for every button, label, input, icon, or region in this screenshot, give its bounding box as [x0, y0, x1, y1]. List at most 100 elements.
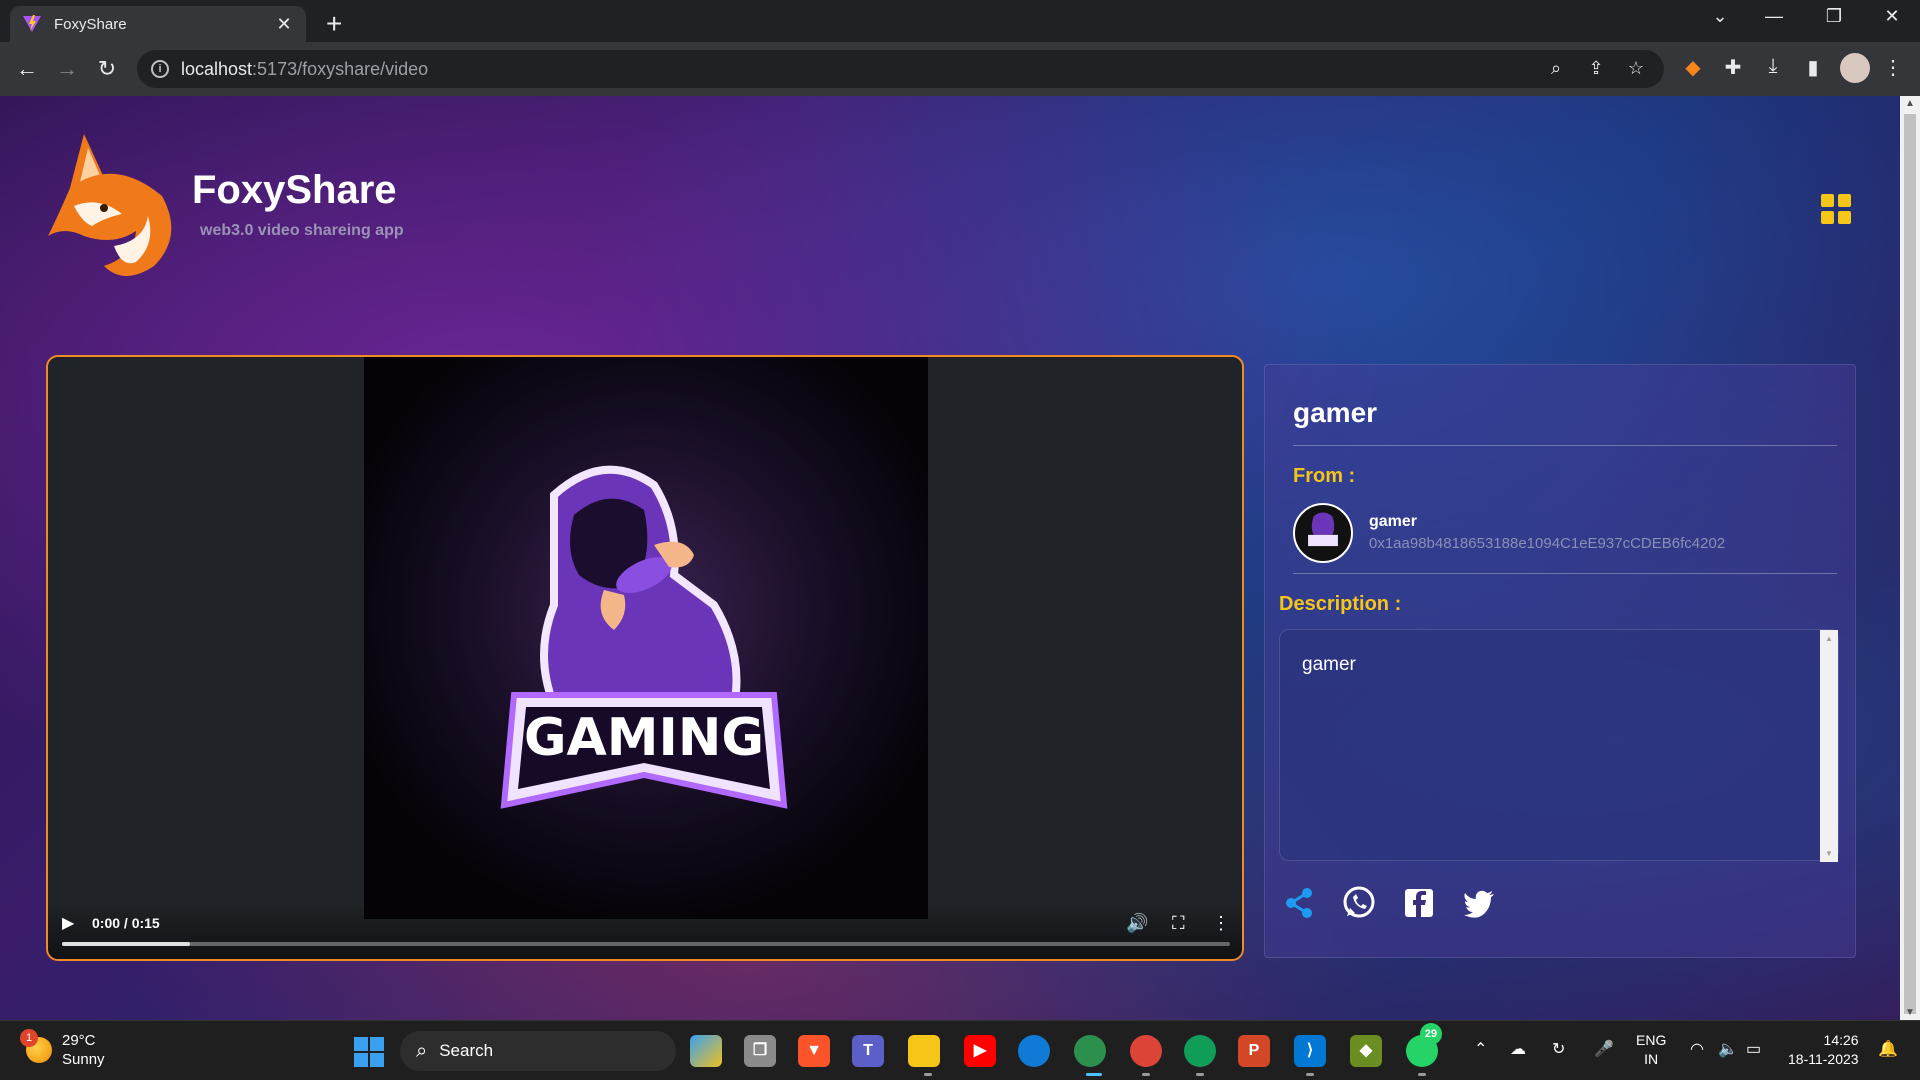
share-page-icon[interactable]: ⇪: [1584, 58, 1608, 80]
share-icon[interactable]: [1281, 885, 1317, 921]
battery-icon[interactable]: ▭: [1746, 1039, 1761, 1059]
tab-title: FoxyShare: [54, 15, 127, 33]
sun-icon: 1: [20, 1029, 52, 1063]
page-scroll-up-icon[interactable]: ▲: [1900, 98, 1920, 109]
onedrive-icon[interactable]: ☁: [1510, 1039, 1526, 1059]
search-label: Search: [439, 1041, 494, 1060]
running-indicator: [1418, 1073, 1426, 1076]
minimize-icon[interactable]: —: [1754, 6, 1794, 27]
region-code: IN: [1644, 1051, 1659, 1067]
metamask-extension-icon[interactable]: ◆: [1680, 55, 1706, 81]
url-host: localhost: [181, 58, 253, 79]
forward-icon[interactable]: →: [52, 54, 82, 84]
browser-toolbar: ← → ↻ i localhost :5173/foxyshare/video …: [0, 42, 1920, 96]
video-controls: ▶ 0:00 / 0:15 🔊 ⛶ ⋮: [48, 903, 1242, 959]
notification-bell-icon[interactable]: 🔔: [1878, 1039, 1898, 1059]
powerpoint-icon[interactable]: P: [1238, 1035, 1270, 1067]
youtube-icon[interactable]: ▶: [964, 1035, 996, 1067]
windows-start-icon[interactable]: [354, 1037, 384, 1067]
chrome-alt-icon[interactable]: [1184, 1035, 1216, 1067]
description-box[interactable]: gamer ▲ ▼: [1279, 629, 1839, 862]
page-scroll-thumb[interactable]: [1904, 114, 1916, 1014]
weather-widget[interactable]: 1 29°C Sunny: [20, 1029, 105, 1069]
downloads-icon[interactable]: ⤓: [1760, 55, 1786, 81]
clock-date: 18-11-2023: [1788, 1051, 1859, 1067]
whatsapp-badge: 29: [1420, 1023, 1442, 1045]
running-indicator: [1142, 1073, 1150, 1076]
twitter-icon[interactable]: [1461, 885, 1497, 921]
page-scrollbar[interactable]: ▲ ▼: [1900, 96, 1920, 1020]
bookmark-star-icon[interactable]: ☆: [1624, 58, 1648, 80]
windows-taskbar: 1 29°C Sunny ⌕ Search ❐ ▼ T ▶ P ⟩ ◆ 29 ⌃…: [0, 1020, 1920, 1080]
running-indicator: [1306, 1073, 1314, 1076]
page-scroll-down-icon[interactable]: ▼: [1900, 1007, 1920, 1018]
gaming-text-graphic: GAMING: [524, 708, 764, 768]
extensions-puzzle-icon[interactable]: ✚: [1720, 55, 1746, 81]
tab-search-chevron-icon[interactable]: ⌄: [1700, 6, 1740, 27]
reload-icon[interactable]: ↻: [92, 54, 122, 84]
side-panel-icon[interactable]: ▮: [1800, 55, 1826, 81]
vscode-icon[interactable]: ⟩: [1294, 1035, 1326, 1067]
from-label: From :: [1293, 465, 1356, 487]
volume-icon[interactable]: 🔊: [1126, 913, 1148, 934]
site-info-icon[interactable]: i: [151, 60, 169, 78]
edge-icon[interactable]: [1018, 1035, 1050, 1067]
git-app-icon[interactable]: ◆: [1350, 1035, 1382, 1067]
sync-icon[interactable]: ↻: [1552, 1039, 1565, 1059]
running-indicator: [924, 1073, 932, 1076]
scroll-up-icon[interactable]: ▲: [1820, 634, 1838, 643]
menu-grid-icon[interactable]: [1821, 194, 1851, 224]
window-close-icon[interactable]: ✕: [1872, 6, 1912, 27]
active-indicator: [1086, 1073, 1102, 1076]
task-view-icon[interactable]: ❐: [744, 1035, 776, 1067]
brave-browser-icon[interactable]: ▼: [798, 1035, 830, 1067]
creator-wallet-address: 0x1aa98b4818653188e1094C1eE937cCDEB6fc42…: [1369, 535, 1726, 552]
chrome-profile-icon[interactable]: [1074, 1035, 1106, 1067]
whatsapp-icon[interactable]: [1341, 885, 1377, 921]
language-code: ENG: [1636, 1032, 1667, 1048]
weather-condition: Sunny: [62, 1051, 105, 1068]
creator-name[interactable]: gamer: [1369, 513, 1417, 531]
language-indicator[interactable]: ENG IN: [1636, 1031, 1666, 1069]
address-bar[interactable]: i localhost :5173/foxyshare/video ⌕ ⇪ ☆: [137, 50, 1664, 88]
microphone-icon[interactable]: 🎤: [1594, 1039, 1614, 1059]
time-display: 0:00 / 0:15: [92, 915, 160, 931]
creator-avatar[interactable]: [1293, 503, 1353, 563]
progress-bar[interactable]: [62, 942, 1230, 946]
wifi-icon[interactable]: ◠: [1690, 1039, 1704, 1059]
video-player[interactable]: GAMING ▶ 0:00 / 0:15 🔊 ⛶ ⋮: [46, 355, 1244, 961]
zoom-icon[interactable]: ⌕: [1544, 58, 1568, 80]
gaming-hooded-gamer-image: GAMING: [500, 465, 788, 809]
weather-badge: 1: [20, 1029, 38, 1047]
tab-close-icon[interactable]: ✕: [274, 14, 294, 35]
profile-avatar[interactable]: [1840, 53, 1870, 83]
buffered-progress: [62, 942, 191, 946]
restore-icon[interactable]: ❐: [1814, 6, 1854, 27]
facebook-icon[interactable]: [1401, 885, 1437, 921]
file-explorer-icon[interactable]: [908, 1035, 940, 1067]
clock-time: 14:26: [1823, 1032, 1859, 1048]
scroll-down-icon[interactable]: ▼: [1820, 849, 1838, 858]
tray-overflow-icon[interactable]: ⌃: [1474, 1039, 1487, 1059]
chrome-menu-icon[interactable]: ⋮: [1880, 55, 1906, 81]
copilot-app-icon[interactable]: [690, 1035, 722, 1067]
play-icon[interactable]: ▶: [62, 913, 74, 933]
browser-tab[interactable]: FoxyShare ✕: [10, 6, 306, 42]
fullscreen-icon[interactable]: ⛶: [1172, 913, 1185, 934]
description-scrollbar[interactable]: ▲ ▼: [1820, 630, 1838, 862]
foxyshare-page: FoxyShare web3.0 video shareing app GAMI…: [0, 96, 1900, 1020]
brand-subtitle: web3.0 video shareing app: [200, 222, 404, 239]
divider: [1293, 445, 1837, 446]
running-indicator: [1196, 1073, 1204, 1076]
creator-avatar-image: [1308, 512, 1338, 547]
speaker-icon[interactable]: 🔈: [1718, 1039, 1738, 1059]
back-icon[interactable]: ←: [12, 54, 42, 84]
video-info-panel: gamer From : gamer 0x1aa98b4818653188e10…: [1264, 364, 1856, 958]
teams-icon[interactable]: T: [852, 1035, 884, 1067]
chrome-icon[interactable]: [1130, 1035, 1162, 1067]
divider: [1293, 573, 1837, 574]
taskbar-search[interactable]: ⌕ Search: [400, 1031, 676, 1071]
taskbar-clock[interactable]: 14:26 18-11-2023: [1788, 1031, 1859, 1069]
more-options-icon[interactable]: ⋮: [1212, 913, 1230, 934]
new-tab-button[interactable]: +: [326, 8, 342, 40]
